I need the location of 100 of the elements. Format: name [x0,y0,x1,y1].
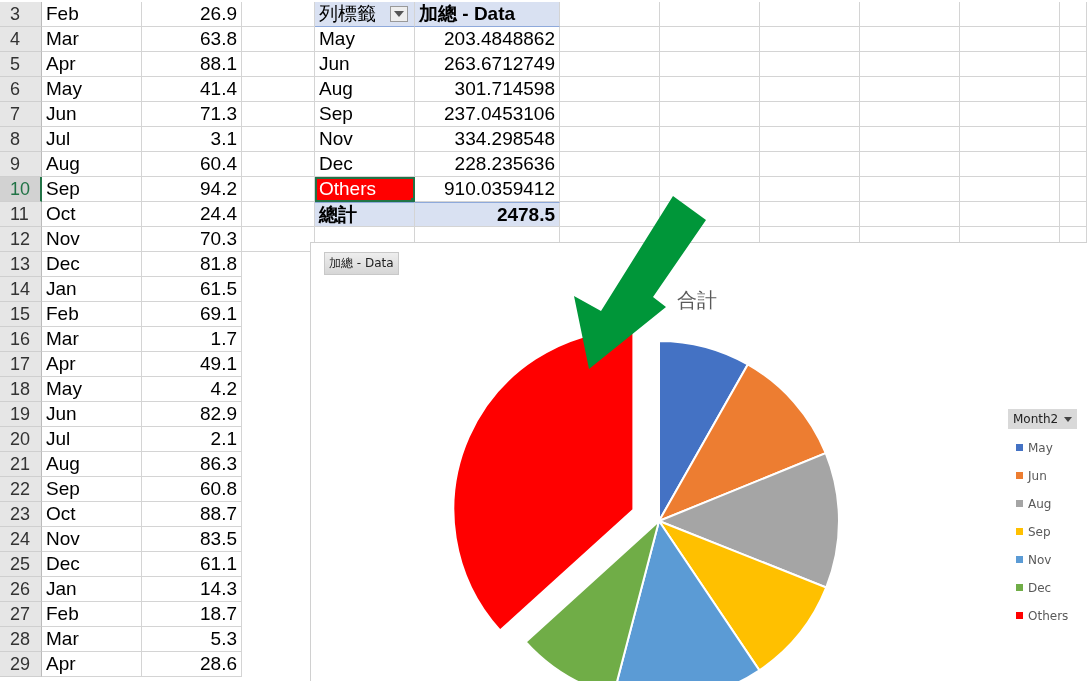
table-cell: Oct [42,202,142,227]
table-cell: 88.7 [142,502,242,527]
table-cell: May [42,377,142,402]
row-number[interactable]: 3 [0,2,42,27]
table-cell: 61.1 [142,552,242,577]
row-number[interactable]: 22 [0,477,42,502]
legend-field-button[interactable]: Month2 [1008,409,1078,429]
empty-cell [1060,27,1087,52]
caret-icon [394,11,404,17]
table-cell: 94.2 [142,177,242,202]
row-number[interactable]: 13 [0,252,42,277]
table-cell: Aug [42,152,142,177]
table-cell: Jul [42,427,142,452]
legend-item: May [1008,438,1078,457]
field-button[interactable]: 加總 - Data [324,252,399,275]
row-number[interactable]: 29 [0,652,42,677]
caret-icon [1064,416,1073,422]
table-cell: Jul [42,127,142,152]
empty-cell [1060,152,1087,177]
table-cell: Nov [42,227,142,252]
column-header: 加總 - Data [415,2,560,27]
table-cell: Dec [42,252,142,277]
table-cell: Sep [42,177,142,202]
row-number[interactable]: 28 [0,627,42,652]
table-cell: 28.6 [142,652,242,677]
table-cell: Mar [42,327,142,352]
row-number[interactable]: 4 [0,27,42,52]
table-cell: 1.7 [142,327,242,352]
row-number[interactable]: 26 [0,577,42,602]
row-number[interactable]: 10 [0,177,42,202]
table-cell: Sep [315,102,415,127]
legend-item: Others [1008,606,1078,625]
row-number[interactable]: 9 [0,152,42,177]
table-cell: 88.1 [142,52,242,77]
row-number[interactable]: 20 [0,427,42,452]
table-cell: 237.0453106 [415,102,560,127]
table-cell: Apr [42,652,142,677]
legend-item: Jun [1008,466,1078,485]
table-cell: Feb [42,602,142,627]
row-number[interactable]: 17 [0,352,42,377]
filter-dropdown-button[interactable] [390,6,408,22]
row-number[interactable]: 6 [0,77,42,102]
total-label: 總計 [315,202,415,227]
table-cell: May [42,77,142,102]
table-cell: Apr [42,52,142,77]
table-cell: 3.1 [142,127,242,152]
table-cell: 61.5 [142,277,242,302]
table-cell: Jan [42,277,142,302]
table-cell: 83.5 [142,527,242,552]
table-cell: 263.6712749 [415,52,560,77]
row-number[interactable]: 25 [0,552,42,577]
empty-cell [1060,102,1087,127]
chart-title: 合計 [677,287,717,314]
table-cell: Aug [315,77,415,102]
row-number[interactable]: 24 [0,527,42,552]
table-cell: Apr [42,352,142,377]
table-cell: Mar [42,627,142,652]
table-cell: 70.3 [142,227,242,252]
table-cell: 14.3 [142,577,242,602]
row-number[interactable]: 14 [0,277,42,302]
row-number[interactable]: 15 [0,302,42,327]
row-number[interactable]: 11 [0,202,42,227]
table-cell: Jun [42,402,142,427]
empty-cell [1060,127,1087,152]
table-cell: 60.4 [142,152,242,177]
table-cell: Feb [42,2,142,27]
table-cell: 69.1 [142,302,242,327]
row-number[interactable]: 12 [0,227,42,252]
row-number[interactable]: 16 [0,327,42,352]
table-cell: 228.235636 [415,152,560,177]
table-cell: Mar [42,27,142,52]
table-cell: Feb [42,302,142,327]
table-cell: 63.8 [142,27,242,52]
table-cell: 26.9 [142,2,242,27]
row-number[interactable]: 7 [0,102,42,127]
table-cell: 86.3 [142,452,242,477]
table-cell: Jun [42,102,142,127]
row-number[interactable]: 19 [0,402,42,427]
row-number[interactable]: 27 [0,602,42,627]
empty-cell [1060,52,1087,77]
column-header: 列標籤 [319,2,376,26]
table-cell: 82.9 [142,402,242,427]
table-cell: Nov [42,527,142,552]
table-cell: Others [315,177,415,202]
row-number[interactable]: 18 [0,377,42,402]
table-cell: 81.8 [142,252,242,277]
table-cell: 5.3 [142,627,242,652]
empty-cell [1060,77,1087,102]
table-cell: May [315,27,415,52]
row-number[interactable]: 23 [0,502,42,527]
empty-cell [1060,2,1087,27]
row-number[interactable]: 8 [0,127,42,152]
row-number[interactable]: 5 [0,52,42,77]
table-cell: Sep [42,477,142,502]
empty-cell [1060,177,1087,202]
table-cell: 18.7 [142,602,242,627]
legend-item: Nov [1008,550,1078,569]
legend-item: Sep [1008,522,1078,541]
row-number[interactable]: 21 [0,452,42,477]
table-cell: 334.298548 [415,127,560,152]
